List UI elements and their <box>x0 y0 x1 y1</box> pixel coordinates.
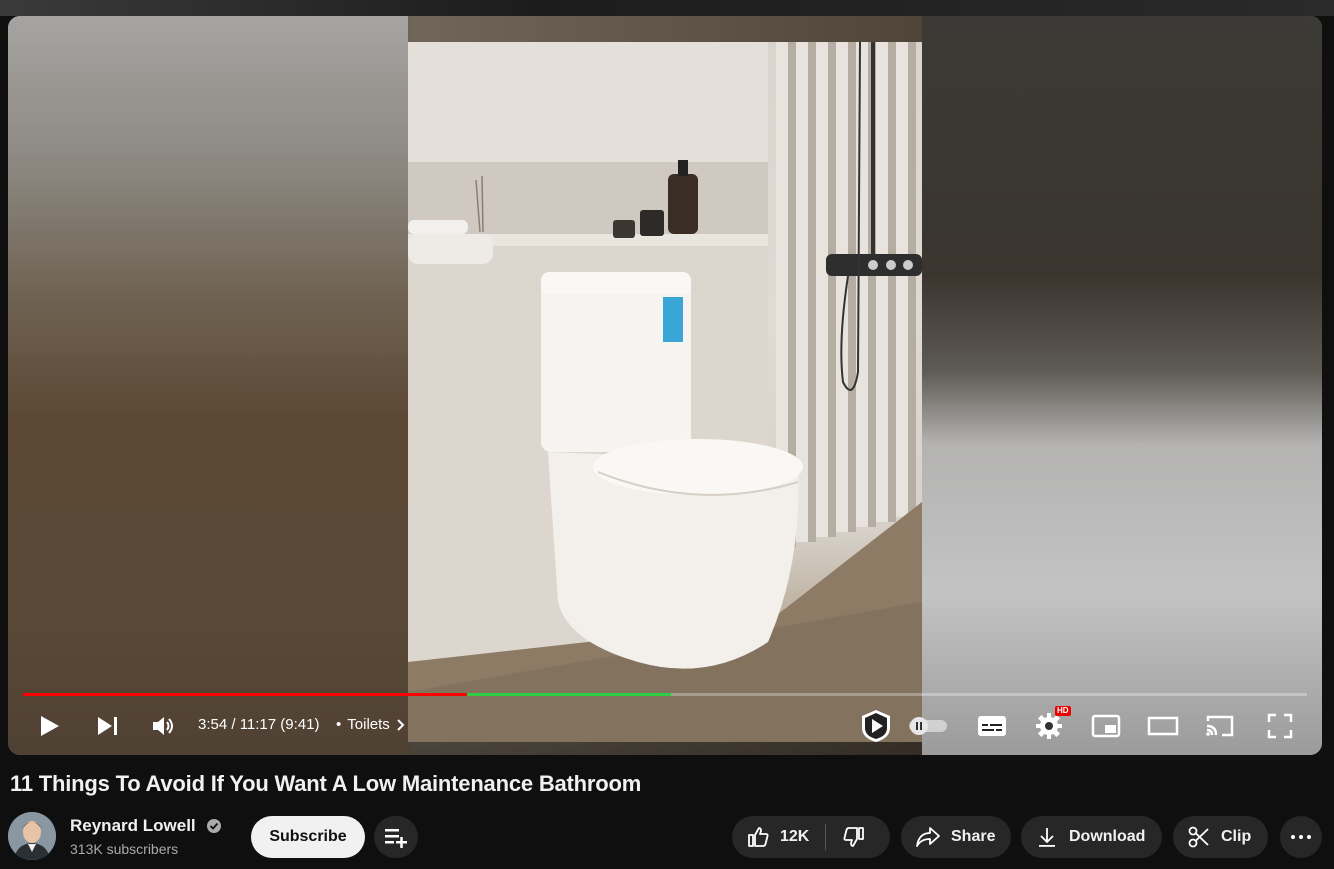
video-frame <box>408 42 922 742</box>
miniplayer-icon <box>1091 714 1121 738</box>
download-icon <box>1039 828 1055 847</box>
subtitles-icon <box>978 716 1006 736</box>
subscriber-count: 313K subscribers <box>70 841 179 857</box>
ambient-left <box>8 16 408 755</box>
add-to-playlist-button[interactable] <box>374 816 418 858</box>
sponsor-block-button[interactable] <box>858 706 894 746</box>
like-button[interactable]: 12K <box>746 825 809 849</box>
add-to-playlist-icon <box>385 829 407 848</box>
like-icon <box>748 827 769 847</box>
video-title: 11 Things To Avoid If You Want A Low Mai… <box>10 771 642 796</box>
chapter-title: Toilets <box>347 716 390 733</box>
more-icon <box>1291 835 1311 839</box>
next-button[interactable] <box>94 706 122 746</box>
player-controls: 3:54 / 11:17 (9:41) • Toilets HD <box>8 706 1322 746</box>
cast-icon <box>1206 715 1234 737</box>
chapter-separator: • <box>336 716 342 733</box>
progress-bar[interactable] <box>23 693 1307 697</box>
share-label: Share <box>951 828 996 845</box>
subscribe-button[interactable]: Subscribe <box>251 816 365 858</box>
share-icon <box>916 827 940 847</box>
settings-icon <box>1036 713 1062 739</box>
progress-buffered <box>467 693 671 696</box>
clip-label: Clip <box>1221 828 1252 845</box>
next-icon <box>98 717 117 735</box>
dislike-button[interactable] <box>842 825 866 849</box>
more-actions-button[interactable] <box>1280 816 1322 858</box>
verified-icon <box>207 819 221 833</box>
fullscreen-icon <box>1267 713 1293 739</box>
cast-button[interactable] <box>1202 706 1238 746</box>
play-button[interactable] <box>36 706 64 746</box>
quality-badge: HD <box>1055 706 1071 716</box>
clip-icon <box>1188 826 1209 848</box>
chapter-button[interactable]: • Toilets <box>336 716 406 733</box>
theater-button[interactable] <box>1145 706 1181 746</box>
video-player[interactable]: 3:54 / 11:17 (9:41) • Toilets HD <box>8 16 1322 755</box>
like-dislike-group: 12K <box>732 816 890 858</box>
theater-icon <box>1147 716 1179 736</box>
time-display: 3:54 / 11:17 (9:41) <box>198 716 320 733</box>
channel-name[interactable]: Reynard Lowell <box>70 816 196 836</box>
chevron-right-icon <box>397 718 405 731</box>
share-button[interactable]: Share <box>901 816 1011 858</box>
progress-played <box>23 693 467 696</box>
autoplay-toggle-icon <box>909 717 947 735</box>
autoplay-toggle[interactable] <box>906 706 950 746</box>
top-bar <box>0 0 1334 16</box>
miniplayer-button[interactable] <box>1088 706 1124 746</box>
like-divider <box>825 824 827 850</box>
download-label: Download <box>1069 828 1146 845</box>
avatar-image <box>8 812 56 860</box>
ambient-right <box>922 16 1322 755</box>
volume-icon <box>153 717 173 735</box>
fullscreen-button[interactable] <box>1262 706 1298 746</box>
clip-button[interactable]: Clip <box>1173 816 1268 858</box>
channel-avatar[interactable] <box>8 812 56 860</box>
sponsor-block-icon <box>862 710 890 742</box>
dislike-icon <box>843 827 865 847</box>
volume-button[interactable] <box>150 706 178 746</box>
download-button[interactable]: Download <box>1021 816 1162 858</box>
play-icon <box>41 716 59 736</box>
subtitles-button[interactable] <box>974 706 1010 746</box>
like-count: 12K <box>780 828 810 845</box>
